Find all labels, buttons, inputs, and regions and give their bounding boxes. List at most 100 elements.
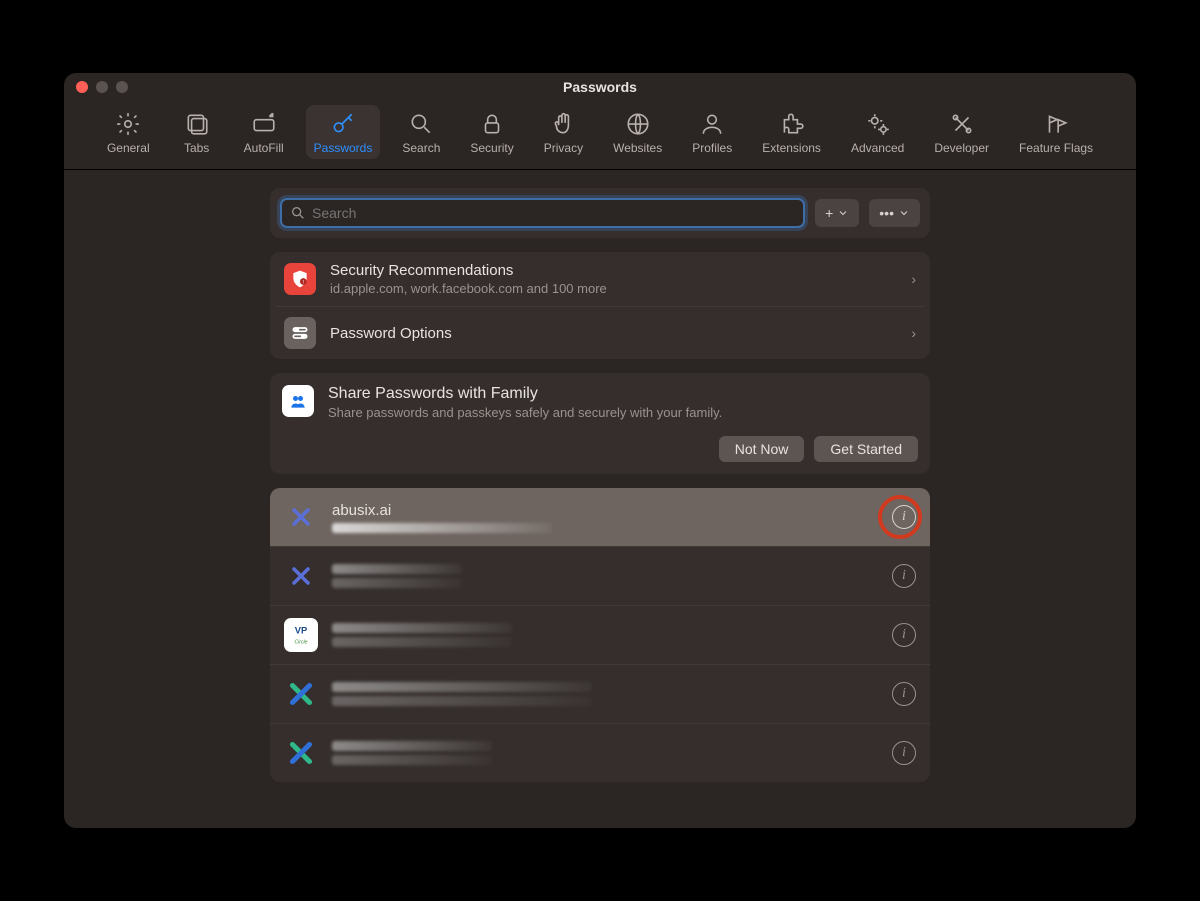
password-row[interactable]: i	[270, 547, 930, 606]
svg-text:Circle: Circle	[294, 640, 307, 646]
traffic-lights	[76, 81, 128, 93]
search-icon	[290, 205, 306, 221]
info-button[interactable]: i	[892, 505, 916, 529]
blurred-site	[332, 564, 462, 574]
blurred-username	[332, 523, 552, 533]
tabs-icon	[184, 111, 210, 137]
svg-text:VP: VP	[295, 625, 307, 635]
password-row[interactable]: abusix.ai i	[270, 488, 930, 547]
info-button[interactable]: i	[892, 623, 916, 647]
tab-label: Search	[402, 141, 440, 155]
zoom-window-button[interactable]	[116, 81, 128, 93]
site-icon	[284, 559, 318, 593]
tab-search[interactable]: Search	[394, 105, 448, 159]
close-window-button[interactable]	[76, 81, 88, 93]
tab-label: Websites	[613, 141, 662, 155]
toggles-icon	[284, 317, 316, 349]
password-row[interactable]: i	[270, 665, 930, 724]
tab-security[interactable]: Security	[462, 105, 521, 159]
tab-label: Advanced	[851, 141, 904, 155]
not-now-button[interactable]: Not Now	[719, 436, 805, 462]
password-row[interactable]: VP Circle i	[270, 606, 930, 665]
globe-icon	[625, 111, 651, 137]
shield-alert-icon: !	[284, 263, 316, 295]
info-button[interactable]: i	[892, 564, 916, 588]
tab-label: Privacy	[544, 141, 583, 155]
share-family-panel: Share Passwords with Family Share passwo…	[270, 373, 930, 474]
flags-icon	[1043, 111, 1069, 137]
tab-label: Passwords	[314, 141, 373, 155]
tab-label: Feature Flags	[1019, 141, 1093, 155]
search-icon	[408, 111, 434, 137]
add-password-button[interactable]: +	[815, 199, 859, 227]
password-options-row[interactable]: Password Options ›	[276, 307, 924, 359]
site-name: abusix.ai	[332, 502, 878, 519]
key-icon	[330, 111, 356, 137]
tab-label: Extensions	[762, 141, 821, 155]
row-subtitle: id.apple.com, work.facebook.com and 100 …	[330, 281, 897, 296]
chevron-down-icon	[898, 207, 910, 219]
window-title: Passwords	[64, 79, 1136, 95]
lock-icon	[479, 111, 505, 137]
tab-passwords[interactable]: Passwords	[306, 105, 381, 159]
tab-feature-flags[interactable]: Feature Flags	[1011, 105, 1101, 159]
blurred-username	[332, 755, 492, 765]
tab-label: General	[107, 141, 150, 155]
ellipsis-icon: •••	[879, 205, 894, 221]
gears-icon	[865, 111, 891, 137]
site-icon	[284, 677, 318, 711]
get-started-button[interactable]: Get Started	[814, 436, 918, 462]
info-button[interactable]: i	[892, 741, 916, 765]
preferences-toolbar: General Tabs AutoFill Passwords Search S…	[64, 101, 1136, 170]
tab-extensions[interactable]: Extensions	[754, 105, 829, 159]
gear-icon	[115, 111, 141, 137]
family-icon	[282, 385, 314, 417]
share-title: Share Passwords with Family	[328, 385, 918, 403]
info-button[interactable]: i	[892, 682, 916, 706]
plus-icon: +	[825, 205, 833, 221]
password-row[interactable]: i	[270, 724, 930, 782]
tab-tabs[interactable]: Tabs	[172, 105, 222, 159]
person-icon	[699, 111, 725, 137]
minimize-window-button[interactable]	[96, 81, 108, 93]
tab-general[interactable]: General	[99, 105, 158, 159]
password-list: abusix.ai i i VP Circle	[270, 488, 930, 782]
row-title: Password Options	[330, 325, 897, 342]
security-recommendations-row[interactable]: ! Security Recommendations id.apple.com,…	[276, 252, 924, 307]
chevron-down-icon	[837, 207, 849, 219]
puzzle-icon	[779, 111, 805, 137]
content-area: + ••• ! Security Recommendations id.appl…	[64, 170, 1136, 828]
blurred-username	[332, 637, 512, 647]
search-panel: + •••	[270, 188, 930, 238]
tab-developer[interactable]: Developer	[926, 105, 997, 159]
hand-icon	[550, 111, 576, 137]
tab-privacy[interactable]: Privacy	[536, 105, 591, 159]
blurred-site	[332, 623, 512, 633]
chevron-right-icon: ›	[911, 271, 916, 287]
site-icon	[284, 500, 318, 534]
svg-text:!: !	[303, 280, 304, 286]
titlebar: Passwords	[64, 73, 1136, 101]
search-input[interactable]	[312, 205, 795, 221]
options-panel: ! Security Recommendations id.apple.com,…	[270, 252, 930, 359]
search-field-wrapper[interactable]	[280, 198, 805, 228]
site-icon	[284, 736, 318, 770]
site-icon: VP Circle	[284, 618, 318, 652]
blurred-username	[332, 696, 592, 706]
tab-advanced[interactable]: Advanced	[843, 105, 912, 159]
tab-label: Security	[470, 141, 513, 155]
row-title: Security Recommendations	[330, 262, 897, 279]
tab-autofill[interactable]: AutoFill	[236, 105, 292, 159]
blurred-site	[332, 682, 592, 692]
blurred-username	[332, 578, 462, 588]
tools-icon	[949, 111, 975, 137]
preferences-window: Passwords General Tabs AutoFill Password…	[64, 73, 1136, 828]
blurred-site	[332, 741, 492, 751]
chevron-right-icon: ›	[911, 325, 916, 341]
tab-label: Tabs	[184, 141, 209, 155]
more-actions-button[interactable]: •••	[869, 199, 920, 227]
tab-websites[interactable]: Websites	[605, 105, 670, 159]
tab-profiles[interactable]: Profiles	[684, 105, 740, 159]
tab-label: Developer	[934, 141, 989, 155]
tab-label: AutoFill	[244, 141, 284, 155]
